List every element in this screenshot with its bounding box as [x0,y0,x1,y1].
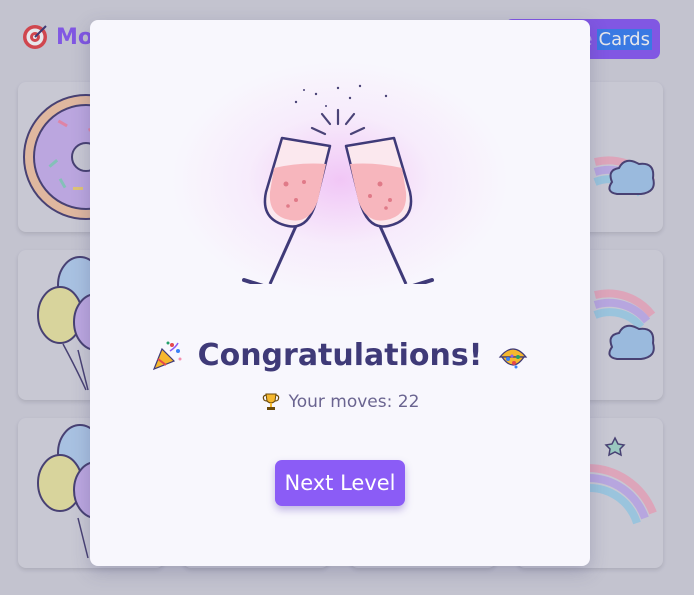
party-popper-icon [152,341,182,370]
congratulations-modal: Congratulations! Your moves: 22 Next Lev… [90,20,590,566]
trophy-icon [262,393,279,410]
modal-title-row: Congratulations! [90,338,590,373]
confetti-ball-icon [499,347,528,368]
modal-title: Congratulations! [197,338,483,373]
moves-row: Your moves: 22 [90,392,590,412]
champagne-cheers-icon [242,84,434,284]
next-level-button[interactable]: Next Level [275,460,405,506]
moves-count: Your moves: 22 [288,392,420,412]
